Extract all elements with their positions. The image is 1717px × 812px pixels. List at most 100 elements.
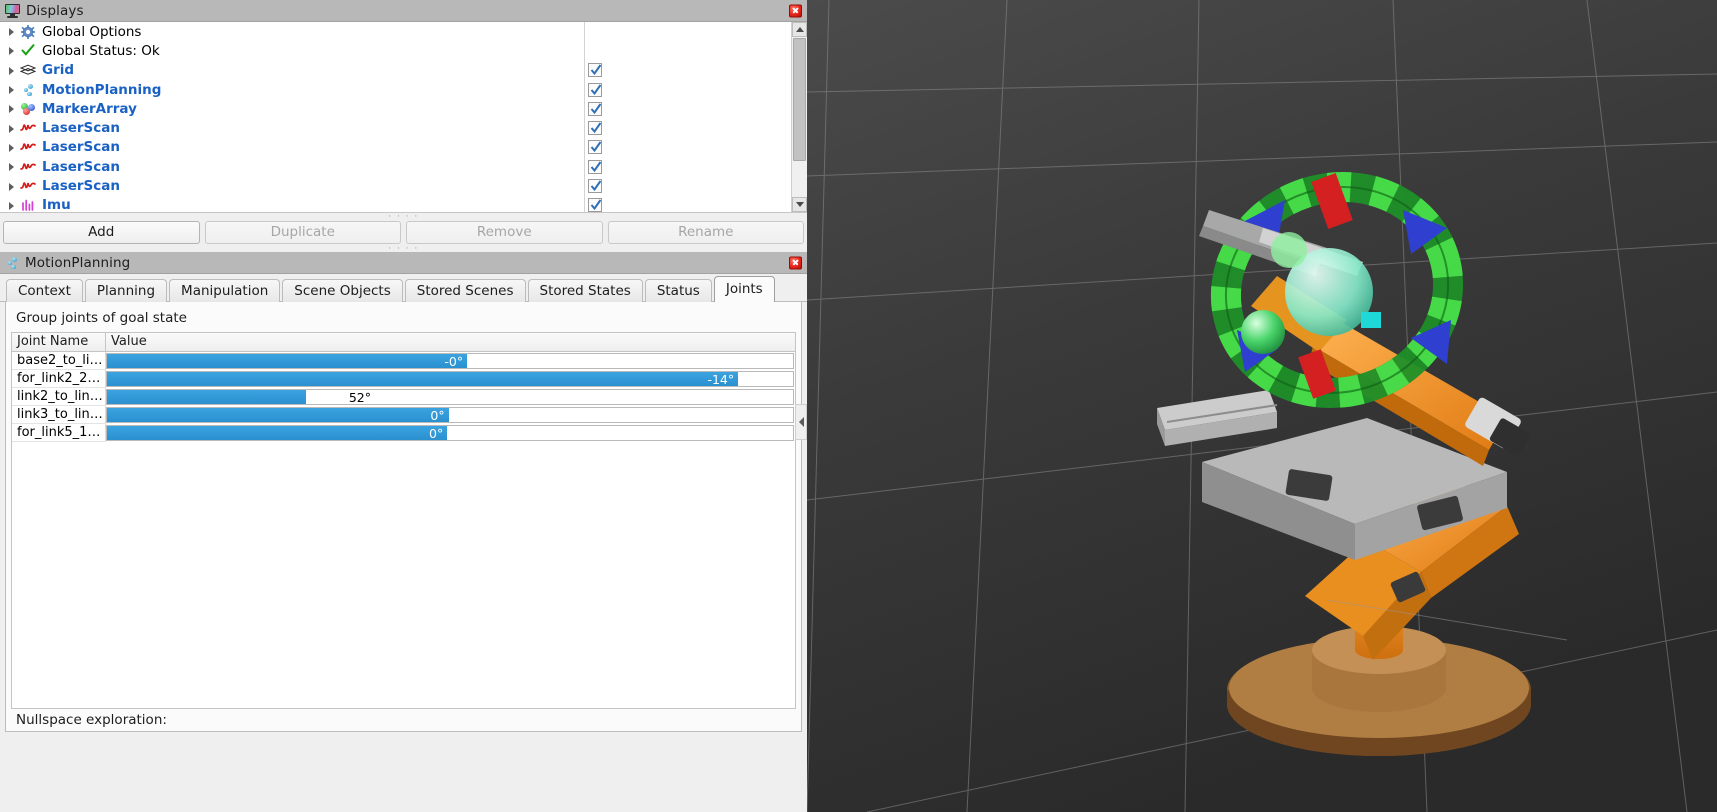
scroll-down-icon[interactable] <box>792 197 807 212</box>
joint-slider-fill <box>107 354 468 368</box>
joint-name-label: for_link2_2… <box>12 370 106 388</box>
tree-item-label: LaserScan <box>42 139 121 156</box>
scroll-up-icon[interactable] <box>792 22 807 37</box>
expand-arrow-icon[interactable] <box>5 64 17 76</box>
tab-context[interactable]: Context <box>6 279 83 302</box>
tab-stored-states[interactable]: Stored States <box>527 279 643 302</box>
tab-planning[interactable]: Planning <box>84 279 168 302</box>
tree-item-laserscan-2[interactable]: LaserScan <box>0 138 791 157</box>
motionplanning-title-bar: MotionPlanning <box>0 252 807 274</box>
monitor-icon <box>5 3 20 18</box>
laser-scan-icon <box>19 141 37 153</box>
tree-item-laserscan-4[interactable]: LaserScan <box>0 176 791 195</box>
joint-value-label: -0° <box>444 354 464 369</box>
expand-arrow-icon[interactable] <box>5 103 17 115</box>
joint-name-label: base2_to_li… <box>12 352 106 370</box>
tab-joints[interactable]: Joints <box>713 276 775 303</box>
3d-scene <box>807 0 1717 812</box>
tree-item-checkbox[interactable] <box>588 140 602 155</box>
tree-item-markerarray[interactable]: MarkerArray <box>0 99 791 118</box>
joint-value-label: 52° <box>348 390 372 405</box>
laser-scan-icon <box>19 122 37 134</box>
tree-item-label: Global Options <box>42 23 142 40</box>
grid-icon <box>19 64 37 77</box>
tree-item-label: LaserScan <box>42 120 121 137</box>
tree-item-checkbox[interactable] <box>588 63 602 78</box>
tree-item-checkbox[interactable] <box>588 159 602 174</box>
column-header-joint-name: Joint Name <box>12 333 106 351</box>
marker-array-icon <box>19 102 37 116</box>
table-row[interactable]: for_link5_1… 0° <box>12 424 795 442</box>
tree-item-checkbox[interactable] <box>588 179 602 194</box>
tree-item-imu[interactable]: Imu <box>0 196 791 213</box>
tree-item-label: MotionPlanning <box>42 81 162 98</box>
expand-arrow-icon[interactable] <box>5 161 17 173</box>
remove-button[interactable]: Remove <box>406 221 603 244</box>
displays-splitter[interactable]: · · · · <box>0 212 807 221</box>
expand-arrow-icon[interactable] <box>5 45 17 57</box>
laser-scan-icon <box>19 180 37 192</box>
table-row[interactable]: link2_to_lin… 52° <box>12 388 795 406</box>
expand-arrow-icon[interactable] <box>5 84 17 96</box>
tree-item-checkbox[interactable] <box>588 101 602 116</box>
laser-scan-icon <box>19 161 37 173</box>
joint-name-label: link3_to_lin… <box>12 406 106 424</box>
tab-scene-objects[interactable]: Scene Objects <box>282 279 403 302</box>
duplicate-button[interactable]: Duplicate <box>204 221 401 244</box>
tree-item-laserscan-1[interactable]: LaserScan <box>0 118 791 137</box>
chevron-right-icon[interactable] <box>795 404 807 440</box>
tree-item-global-options[interactable]: Global Options <box>0 22 791 41</box>
tree-item-checkbox[interactable] <box>588 121 602 136</box>
tree-item-checkbox[interactable] <box>588 82 602 97</box>
gear-icon <box>19 24 37 39</box>
displays-button-row: Add Duplicate Remove Rename <box>0 220 807 245</box>
joint-slider[interactable]: 0° <box>106 407 794 423</box>
tab-stored-scenes[interactable]: Stored Scenes <box>404 279 526 302</box>
joint-slider[interactable]: 52° <box>106 389 794 405</box>
table-row[interactable]: for_link2_2… -14° <box>12 370 795 388</box>
joint-slider[interactable]: -14° <box>106 371 794 387</box>
tree-item-label: Global Status: Ok <box>42 42 160 59</box>
close-icon[interactable] <box>789 4 802 17</box>
add-button[interactable]: Add <box>3 221 200 244</box>
displays-scrollbar[interactable] <box>791 22 807 212</box>
rviz-window: Displays Global Options Global Status: O… <box>0 0 1717 812</box>
joint-slider[interactable]: -0° <box>106 353 794 369</box>
tree-item-label: LaserScan <box>42 178 121 195</box>
tree-item-motionplanning[interactable]: MotionPlanning <box>0 80 791 99</box>
table-row[interactable]: base2_to_li… -0° <box>12 352 795 370</box>
tree-item-label: Grid <box>42 62 75 79</box>
joint-slider[interactable]: 0° <box>106 425 794 441</box>
3d-view[interactable] <box>807 0 1717 812</box>
tab-manipulation[interactable]: Manipulation <box>169 279 281 302</box>
expand-arrow-icon[interactable] <box>5 180 17 192</box>
tree-item-checkbox[interactable] <box>588 198 602 212</box>
joint-slider-fill <box>107 390 306 404</box>
motionplanning-title-label: MotionPlanning <box>25 254 131 271</box>
joint-value-label: 0° <box>430 408 445 423</box>
joints-table-header: Joint Name Value <box>12 333 795 352</box>
tree-item-global-status[interactable]: Global Status: Ok <box>0 41 791 60</box>
tree-item-label: Imu <box>42 197 71 213</box>
expand-arrow-icon[interactable] <box>5 26 17 38</box>
expand-arrow-icon[interactable] <box>5 122 17 134</box>
expand-arrow-icon[interactable] <box>5 199 17 211</box>
dock-splitter[interactable]: · · · · <box>0 244 807 253</box>
scrollbar-thumb[interactable] <box>793 38 806 161</box>
marker-cyan-patch <box>1361 312 1381 328</box>
table-row[interactable]: link3_to_lin… 0° <box>12 406 795 424</box>
expand-arrow-icon[interactable] <box>5 141 17 153</box>
check-icon <box>19 44 37 57</box>
joint-name-label: for_link5_1… <box>12 424 106 442</box>
tab-status[interactable]: Status <box>644 279 712 302</box>
column-header-value: Value <box>106 333 795 351</box>
displays-panel: Displays Global Options Global Status: O… <box>0 0 807 253</box>
motionplanning-panel: MotionPlanning Context Planning Manipula… <box>0 252 807 732</box>
left-dock-column: Displays Global Options Global Status: O… <box>0 0 807 812</box>
displays-tree[interactable]: Global Options Global Status: Ok Grid Mo… <box>0 22 807 213</box>
rename-button[interactable]: Rename <box>607 221 804 244</box>
tree-item-grid[interactable]: Grid <box>0 61 791 80</box>
close-icon[interactable] <box>789 256 802 269</box>
tree-item-label: MarkerArray <box>42 100 137 117</box>
tree-item-laserscan-3[interactable]: LaserScan <box>0 157 791 176</box>
